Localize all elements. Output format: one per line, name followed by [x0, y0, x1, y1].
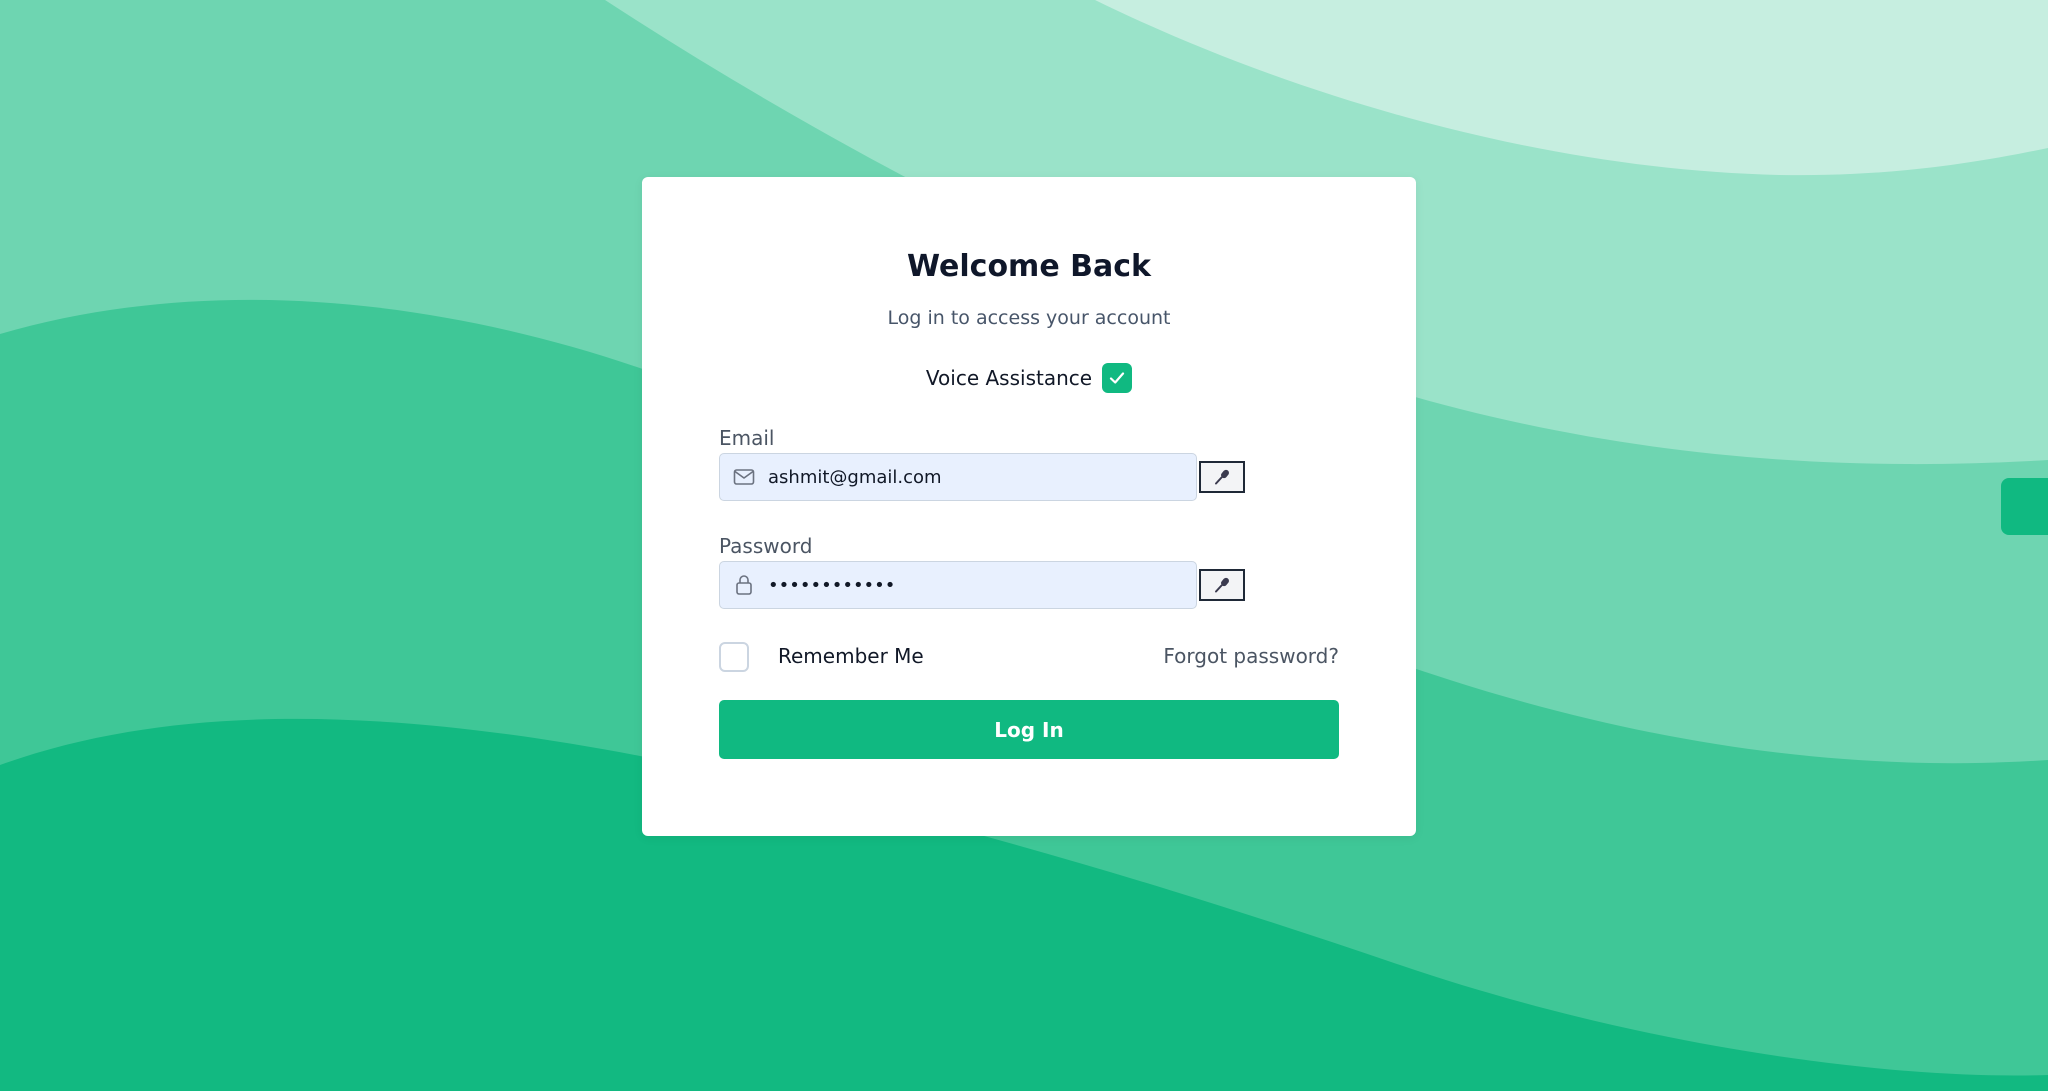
voice-assistance-row: Voice Assistance — [642, 363, 1416, 393]
voice-assistance-label: Voice Assistance — [925, 366, 1093, 390]
password-label: Password — [719, 534, 813, 558]
microphone-icon — [1215, 577, 1229, 593]
login-button[interactable]: Log In — [719, 700, 1339, 759]
password-input[interactable] — [768, 574, 1196, 596]
page-title: Welcome Back — [907, 249, 1151, 284]
email-input[interactable] — [768, 466, 1196, 488]
email-voice-button[interactable] — [1199, 461, 1245, 493]
checkmark-icon — [1109, 372, 1125, 384]
voice-assistance-checkbox[interactable] — [1102, 363, 1133, 393]
page-subtitle: Log in to access your account — [887, 307, 1171, 329]
lock-icon — [732, 573, 756, 597]
page-background: Welcome Back Log in to access your accou… — [0, 0, 2048, 1091]
password-field[interactable] — [719, 561, 1197, 609]
login-card: Welcome Back Log in to access your accou… — [642, 177, 1416, 836]
forgot-password-link[interactable]: Forgot password? — [1163, 644, 1339, 668]
email-field[interactable] — [719, 453, 1197, 501]
password-voice-button[interactable] — [1199, 569, 1245, 601]
remember-me-label[interactable]: Remember Me — [778, 644, 924, 668]
microphone-icon — [1215, 469, 1229, 485]
email-label: Email — [719, 426, 775, 450]
mail-icon — [732, 465, 756, 489]
side-tab-button[interactable] — [2001, 478, 2048, 535]
remember-me-checkbox[interactable] — [719, 642, 749, 672]
